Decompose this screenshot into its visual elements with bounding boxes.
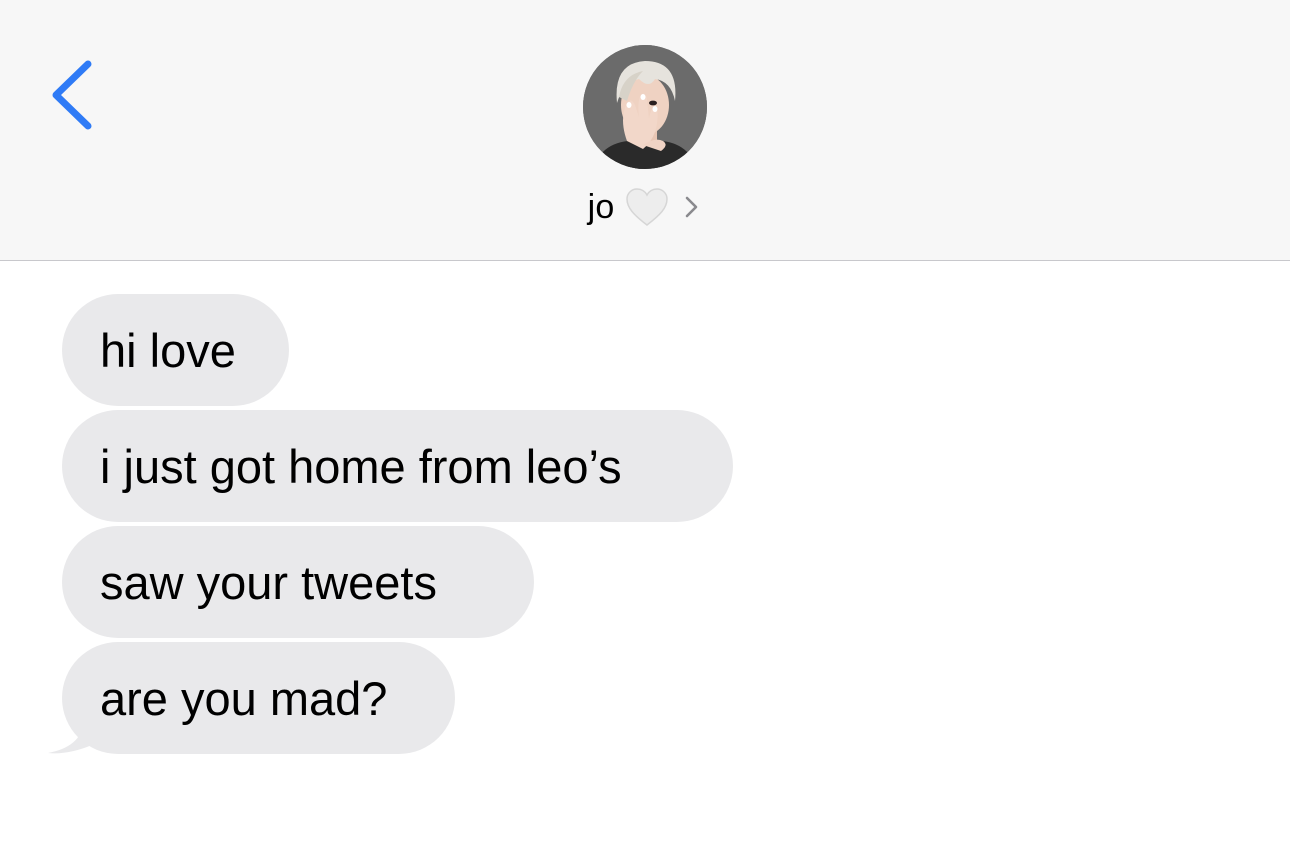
- contact-name: jo: [587, 187, 615, 226]
- incoming-message-bubble[interactable]: are you mad?: [62, 642, 455, 754]
- white-heart-icon: [626, 188, 669, 226]
- avatar[interactable]: [583, 45, 707, 169]
- message-text: i just got home from leo’s: [100, 439, 622, 493]
- message-text: hi love: [100, 323, 236, 377]
- chevron-right-icon: [686, 196, 698, 218]
- conversation-header: jo: [0, 0, 1290, 261]
- incoming-message-bubble[interactable]: saw your tweets: [62, 526, 534, 638]
- chevron-left-icon: [52, 60, 92, 130]
- back-button[interactable]: [40, 50, 110, 140]
- incoming-message-bubble[interactable]: hi love: [62, 294, 289, 406]
- message-text: saw your tweets: [100, 555, 437, 609]
- avatar-photo: [583, 45, 707, 169]
- contact-details-button[interactable]: jo: [0, 178, 1290, 236]
- message-thread: hi love i just got home from leo’s saw y…: [0, 261, 1290, 843]
- incoming-message-bubble[interactable]: i just got home from leo’s: [62, 410, 733, 522]
- message-text: are you mad?: [100, 671, 388, 725]
